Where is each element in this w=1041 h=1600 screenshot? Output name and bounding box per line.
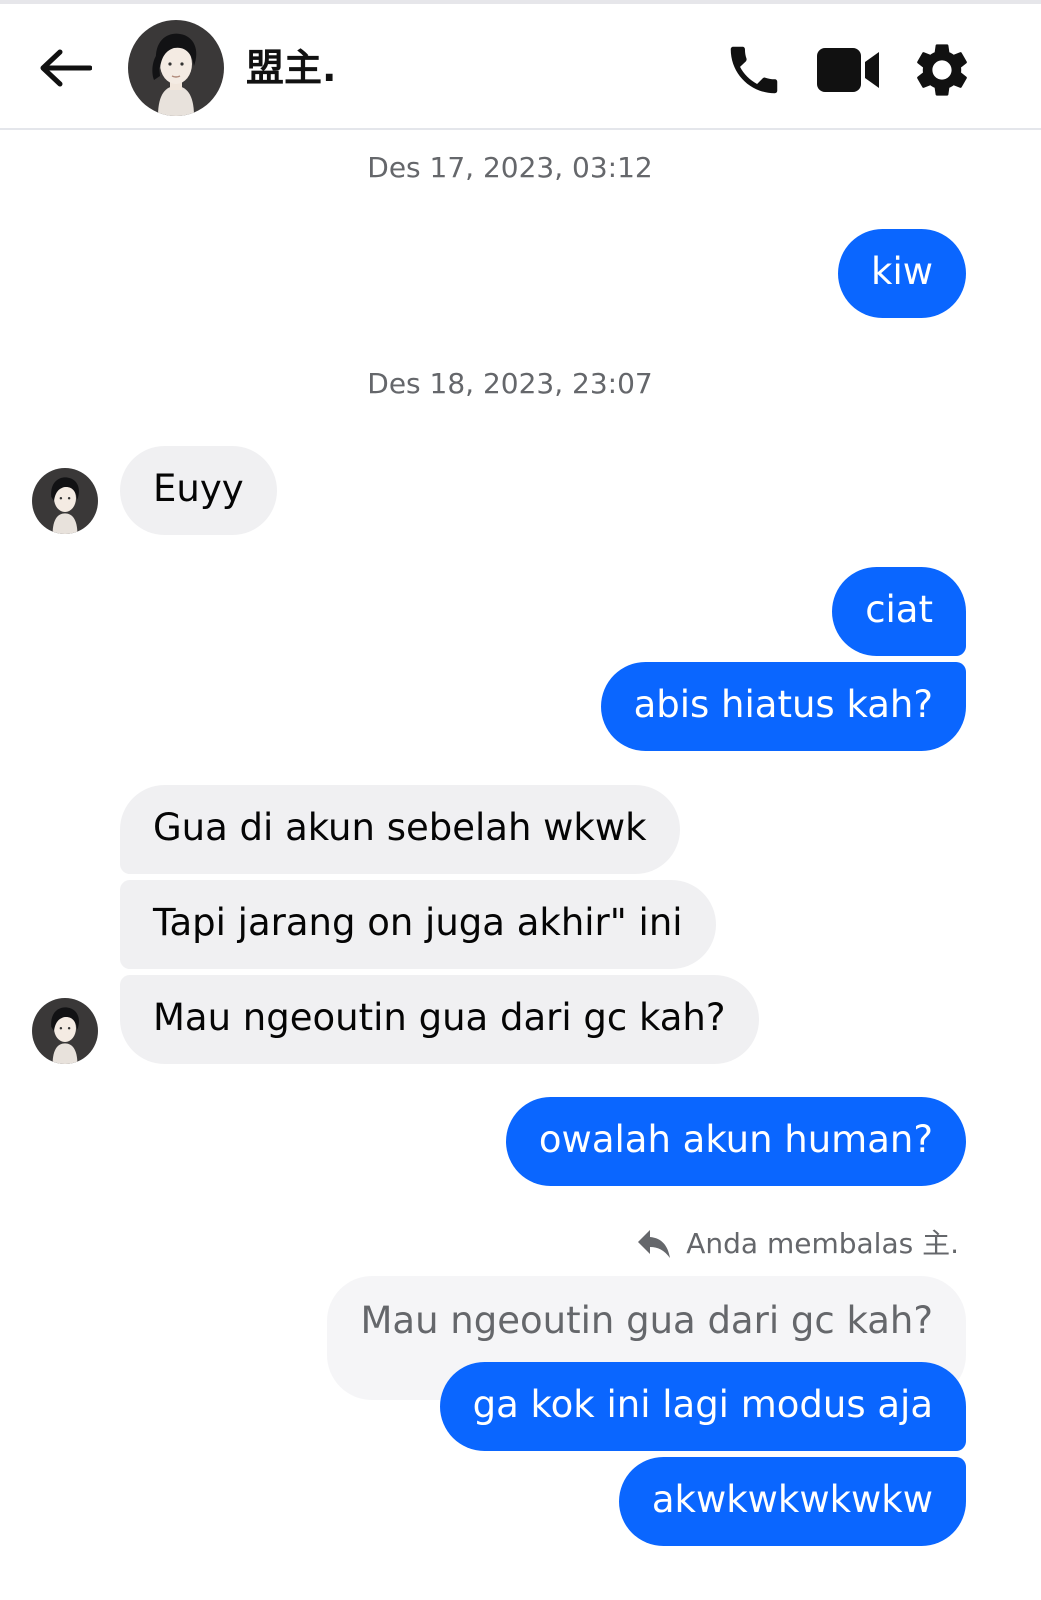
message-bubble-outgoing[interactable]: ciat — [832, 567, 966, 656]
message-bubble-outgoing[interactable]: ga kok ini lagi modus aja — [439, 1362, 966, 1451]
arrow-left-icon — [40, 49, 92, 87]
video-call-button[interactable] — [812, 34, 884, 106]
chat-header: 盟主. — [0, 4, 1041, 130]
reply-note-text: Anda membalas 主. — [686, 1227, 959, 1260]
reply-arrow-icon — [636, 1226, 672, 1262]
call-button[interactable] — [718, 34, 790, 106]
sender-avatar[interactable] — [32, 468, 98, 534]
reply-indicator: Anda membalas 主. — [636, 1226, 959, 1262]
message-bubble-outgoing[interactable]: owalah akun human? — [505, 1097, 966, 1186]
gear-icon — [917, 44, 967, 96]
settings-button[interactable] — [906, 34, 978, 106]
back-button[interactable] — [30, 38, 100, 98]
message-bubble-outgoing[interactable]: kiw — [838, 229, 966, 318]
contact-avatar[interactable] — [128, 20, 224, 116]
message-bubble-incoming[interactable]: Tapi jarang on juga akhir" ini — [120, 880, 716, 969]
message-bubble-outgoing[interactable]: abis hiatus kah? — [600, 662, 966, 751]
timestamp: Des 17, 2023, 03:12 — [367, 151, 653, 184]
message-bubble-incoming[interactable]: Gua di akun sebelah wkwk — [120, 785, 680, 874]
message-bubble-incoming[interactable]: Mau ngeoutin gua dari gc kah? — [120, 975, 759, 1064]
message-bubble-outgoing[interactable]: akwkwkwkwkw — [618, 1457, 966, 1546]
phone-icon — [730, 46, 778, 94]
contact-name[interactable]: 盟主. — [246, 44, 336, 92]
sender-avatar[interactable] — [32, 998, 98, 1064]
video-camera-icon — [817, 48, 879, 92]
message-bubble-incoming[interactable]: Euyy — [120, 446, 277, 535]
timestamp: Des 18, 2023, 23:07 — [367, 367, 653, 400]
